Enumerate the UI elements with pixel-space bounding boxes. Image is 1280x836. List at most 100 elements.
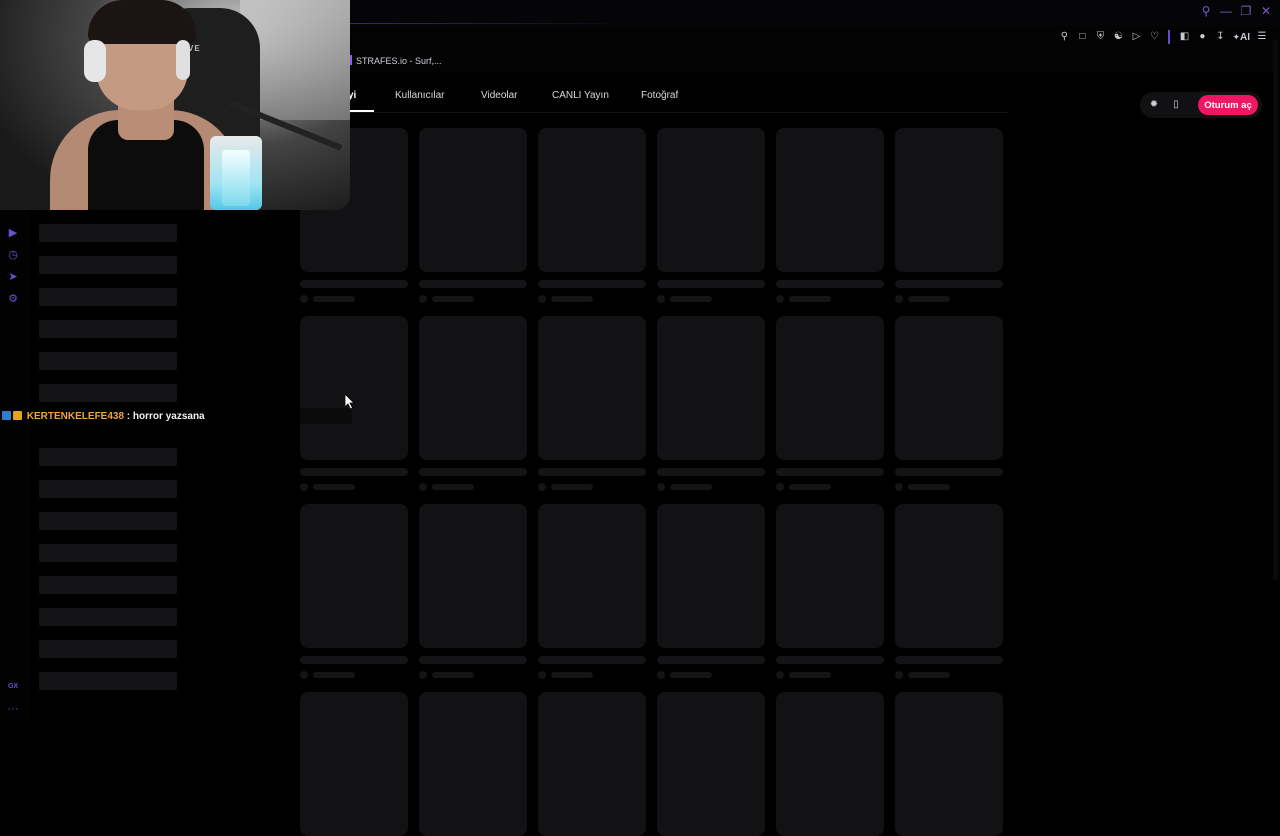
skeleton-avatar — [419, 483, 427, 491]
skeleton-avatar — [419, 671, 427, 679]
snapshot-icon[interactable]: □ — [1076, 31, 1088, 43]
login-button[interactable]: Oturum aç — [1198, 95, 1258, 115]
skeleton-title — [776, 656, 884, 664]
skeleton-card — [776, 692, 884, 836]
chat-skeleton-row — [39, 672, 177, 690]
skeleton-title — [300, 280, 408, 288]
skeleton-avatar — [300, 483, 308, 491]
skeleton-avatar — [776, 483, 784, 491]
more-icon[interactable]: ··· — [6, 702, 20, 716]
skeleton-title — [895, 468, 1003, 476]
skeleton-card — [419, 504, 527, 648]
heart-icon[interactable]: ♡ — [1148, 31, 1160, 43]
skeleton-subtitle — [432, 484, 474, 490]
skeleton-subtitle — [432, 296, 474, 302]
mobile-icon[interactable]: ▯ — [1169, 98, 1183, 112]
chat-skeleton-row — [39, 512, 177, 530]
skeleton-avatar — [538, 483, 546, 491]
skeleton-card — [657, 692, 765, 836]
tab-videos[interactable]: Videolar — [481, 90, 518, 101]
skeleton-title — [657, 468, 765, 476]
skeleton-avatar — [657, 483, 665, 491]
skeleton-avatar — [895, 671, 903, 679]
skeleton-title — [657, 656, 765, 664]
window-controls: ⚲ — ❐ ✕ — [1200, 4, 1272, 18]
skeleton-card — [538, 128, 646, 272]
restore-icon[interactable]: ❐ — [1240, 4, 1252, 18]
skeleton-title — [419, 468, 527, 476]
minimize-icon[interactable]: — — [1220, 4, 1232, 18]
skeleton-card — [895, 316, 1003, 460]
skeleton-title — [776, 280, 884, 288]
skeleton-card — [538, 504, 646, 648]
play-icon[interactable]: ▷ — [1130, 31, 1142, 43]
tab-photos[interactable]: Fotoğraf — [641, 90, 678, 101]
page-scrollbar[interactable] — [1273, 40, 1278, 580]
skeleton-subtitle — [432, 672, 474, 678]
skeleton-card — [895, 128, 1003, 272]
chat-skeleton-row — [39, 448, 177, 466]
skeleton-title — [419, 280, 527, 288]
chat-skeleton-row — [39, 352, 177, 370]
skeleton-subtitle — [908, 484, 950, 490]
streamer-hair — [88, 0, 196, 44]
history-icon[interactable]: ◷ — [6, 248, 20, 262]
skeleton-title — [538, 280, 646, 288]
skeleton-card — [895, 692, 1003, 836]
chat-username[interactable]: KERTENKELEFE438 — [27, 411, 124, 422]
skeleton-card — [776, 128, 884, 272]
chat-text: horror yazsana — [132, 411, 205, 422]
skeleton-card — [538, 316, 646, 460]
skeleton-card — [300, 692, 408, 836]
chat-skeleton-row — [39, 544, 177, 562]
messenger-icon[interactable]: ➤ — [6, 270, 20, 284]
search-icon[interactable]: ⚲ — [1200, 4, 1212, 18]
webcam-overlay: RIVE — [0, 0, 350, 210]
pin-icon[interactable]: ⚲ — [1058, 31, 1070, 43]
tabs-divider — [340, 112, 1008, 113]
settings-icon[interactable]: ⚙ — [6, 292, 20, 306]
skeleton-card — [895, 504, 1003, 648]
skeleton-subtitle — [551, 296, 593, 302]
play-circle-icon[interactable]: ▶ — [6, 226, 20, 240]
browser-tab[interactable]: STRAFES.io - Surf,... — [348, 55, 442, 66]
chat-skeleton-row — [39, 224, 177, 242]
skeleton-subtitle — [313, 484, 355, 490]
gx-icon[interactable]: GX — [6, 680, 20, 694]
menu-icon[interactable]: ☰ — [1256, 31, 1268, 43]
skeleton-title — [776, 468, 884, 476]
chat-skeleton-row — [39, 320, 177, 338]
tab-live[interactable]: CANLI Yayın — [552, 90, 609, 101]
shield-icon[interactable]: ⛨ — [1094, 31, 1106, 43]
hover-highlight — [300, 408, 352, 424]
ai-icon[interactable]: ✦AI — [1232, 31, 1250, 43]
skeleton-subtitle — [551, 672, 593, 678]
skeleton-avatar — [657, 671, 665, 679]
skeleton-card — [776, 316, 884, 460]
skeleton-subtitle — [670, 672, 712, 678]
headphones-cup — [176, 40, 190, 80]
download-icon[interactable]: ↧ — [1214, 31, 1226, 43]
skeleton-subtitle — [670, 296, 712, 302]
translate-icon[interactable]: ☯ — [1112, 31, 1124, 43]
skeleton-avatar — [776, 295, 784, 303]
skeleton-card — [300, 316, 408, 460]
skeleton-card — [776, 504, 884, 648]
compass-icon[interactable]: ✹ — [1147, 98, 1161, 112]
tab-users[interactable]: Kullanıcılar — [395, 90, 444, 101]
skeleton-title — [300, 656, 408, 664]
browser-tab-title: STRAFES.io - Surf,... — [356, 56, 442, 66]
close-icon[interactable]: ✕ — [1260, 4, 1272, 18]
toolbar-icons: ⚲ □ ⛨ ☯ ▷ ♡ ◧ ● ↧ ✦AI ☰ — [1058, 30, 1268, 44]
chat-skeleton-row — [39, 256, 177, 274]
skeleton-card — [657, 504, 765, 648]
skeleton-title — [419, 656, 527, 664]
chat-skeleton-row — [39, 480, 177, 498]
profile-icon[interactable]: ● — [1196, 31, 1208, 43]
skeleton-subtitle — [313, 672, 355, 678]
chat-skeleton-row — [39, 384, 177, 402]
skeleton-subtitle — [908, 672, 950, 678]
skeleton-card — [538, 692, 646, 836]
extensions-icon[interactable]: ◧ — [1178, 31, 1190, 43]
titlebar-accent-line — [350, 23, 620, 24]
